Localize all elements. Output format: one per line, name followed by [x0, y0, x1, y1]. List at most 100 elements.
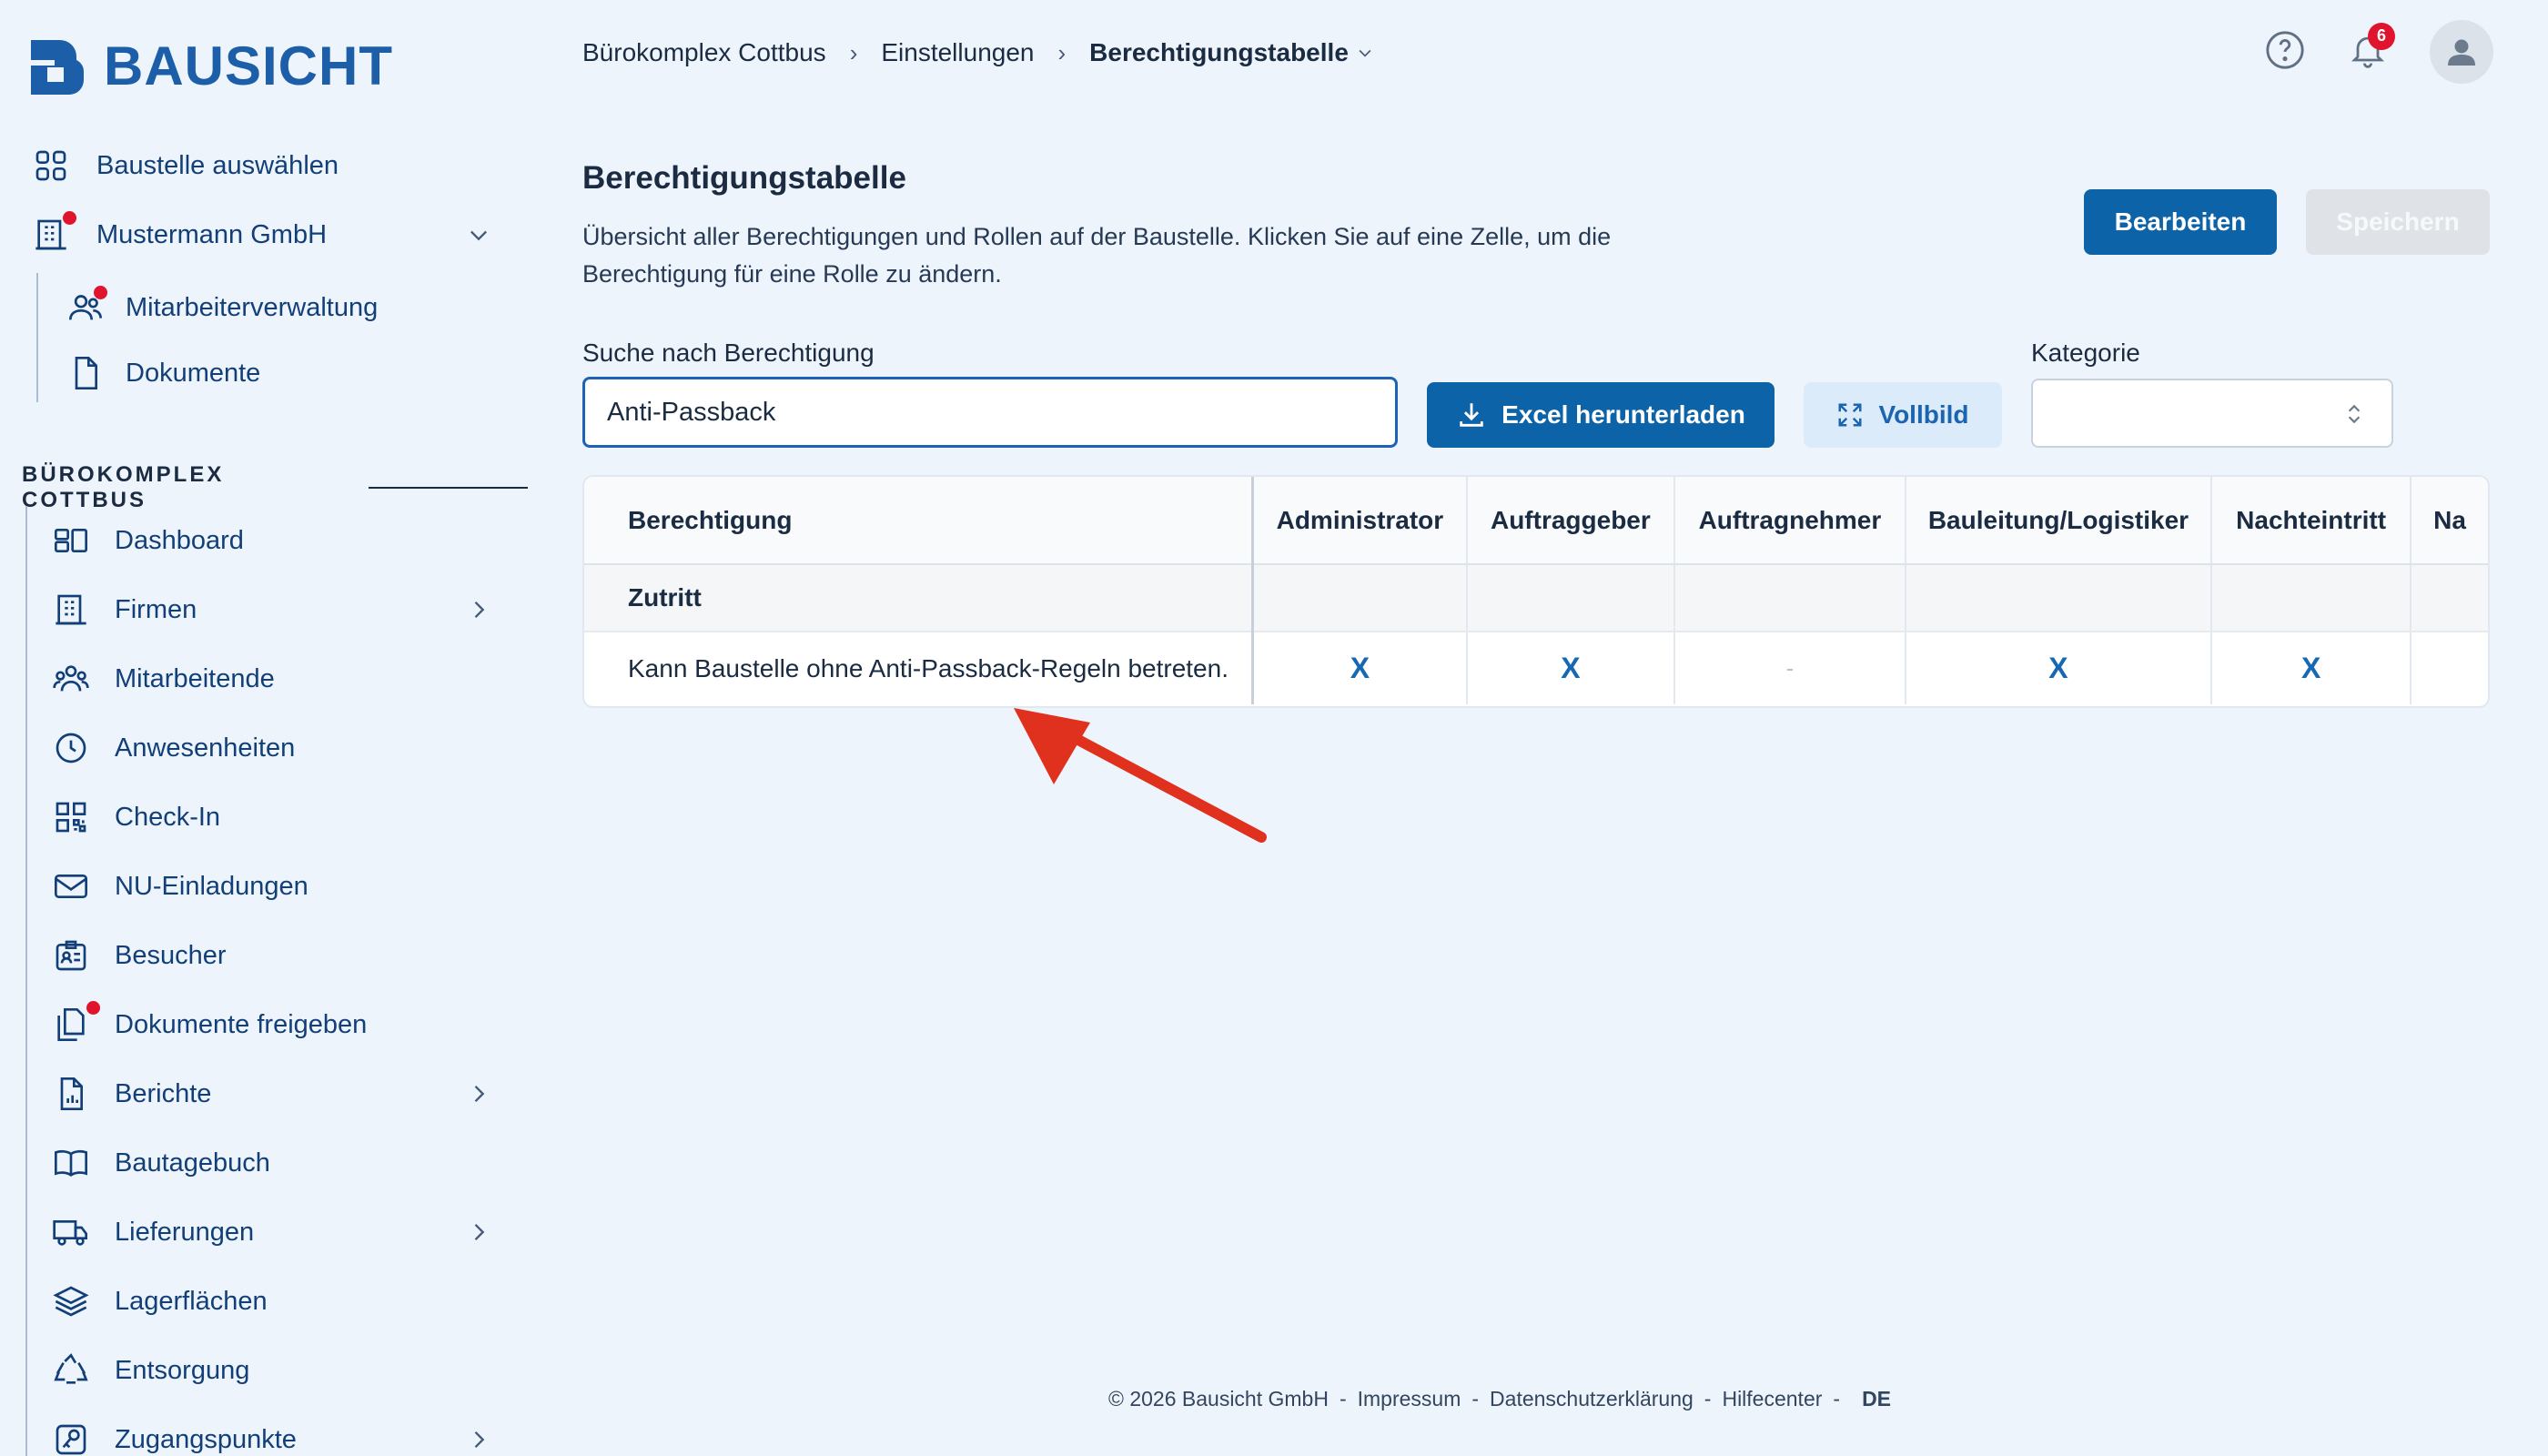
fullscreen-label: Vollbild	[1878, 400, 1969, 429]
sidebar-item-lagerflaechen[interactable]: Lagerflächen	[51, 1281, 268, 1321]
column-header-role: Auftraggeber	[1466, 477, 1676, 565]
category-cell	[2411, 564, 2488, 632]
search-input[interactable]	[582, 377, 1398, 448]
column-header-role: Administrator	[1252, 477, 1468, 565]
select-site-label: Baustelle auswählen	[96, 150, 339, 180]
sidebar-item-firmen[interactable]: Firmen	[51, 590, 491, 630]
footer-link-datenschutz[interactable]: Datenschutzerklärung	[1490, 1387, 1694, 1411]
sidebar-item-label: Dashboard	[115, 525, 244, 555]
sidebar-item-label: Lagerflächen	[115, 1286, 268, 1316]
footer: © 2026 Bausicht GmbH - Impressum - Daten…	[1108, 1387, 1891, 1411]
footer-copyright: © 2026 Bausicht GmbH	[1108, 1387, 1329, 1410]
permission-cell[interactable]: -	[1674, 632, 1906, 704]
clock-icon	[51, 728, 91, 768]
permission-cell[interactable]: X	[1905, 632, 2213, 704]
sidebar-item-label: Lieferungen	[115, 1217, 255, 1247]
breadcrumb-settings[interactable]: Einstellungen	[881, 38, 1034, 67]
table-header-row: Berechtigung Administrator Auftraggeber …	[584, 477, 2488, 565]
edit-button[interactable]: Bearbeiten	[2084, 189, 2277, 255]
footer-link-hilfecenter[interactable]: Hilfecenter	[1722, 1387, 1822, 1411]
select-site-link[interactable]: Baustelle auswählen	[31, 146, 504, 186]
sidebar-item-mitarbeitende[interactable]: Mitarbeitende	[51, 659, 275, 699]
sidebar-item-besucher[interactable]: Besucher	[51, 935, 227, 976]
sidebar-item-zugangspunkte[interactable]: Zugangspunkte	[51, 1420, 491, 1456]
document-icon	[66, 353, 106, 393]
category-row: Zutritt	[584, 564, 2488, 632]
category-label: Kategorie	[2031, 339, 2140, 367]
permission-cell[interactable]	[2411, 632, 2488, 704]
excel-download-button[interactable]: Excel herunterladen	[1427, 382, 1774, 448]
sidebar-item-dashboard[interactable]: Dashboard	[51, 521, 244, 561]
page-title: Berechtigungstabelle	[582, 160, 906, 196]
chevron-right-icon	[474, 1224, 485, 1240]
notification-count-badge: 6	[2368, 22, 2395, 50]
permission-cell[interactable]: X	[1466, 632, 1676, 704]
sidebar-item-anwesenheiten[interactable]: Anwesenheiten	[51, 728, 295, 768]
logo[interactable]: BAUSICHT	[27, 35, 393, 97]
sidebar-item-label: Mitarbeitende	[115, 663, 275, 693]
category-cell	[2211, 564, 2412, 632]
company-dropdown[interactable]: Mustermann GmbH	[31, 211, 491, 255]
users-icon	[66, 286, 107, 328]
grid-icon	[31, 146, 71, 186]
sidebar-item-lieferungen[interactable]: Lieferungen	[51, 1212, 491, 1252]
sidebar-item-dokumente-freigeben[interactable]: Dokumente freigeben	[51, 1001, 367, 1045]
book-icon	[51, 1143, 91, 1183]
brand-name: BAUSICHT	[104, 35, 393, 96]
fullscreen-button[interactable]: Vollbild	[1804, 382, 2002, 448]
category-cell	[1252, 564, 1468, 632]
bausicht-logo-icon	[31, 39, 84, 95]
sidebar-item-label: Dokumente	[126, 358, 261, 388]
category-cell	[1905, 564, 2213, 632]
column-header-role: Na	[2411, 477, 2488, 565]
chevron-down-icon[interactable]	[1356, 44, 1374, 62]
breadcrumb-current[interactable]: Berechtigungstabelle	[1089, 38, 1349, 67]
mail-icon	[51, 866, 91, 906]
sidebar-item-check-in[interactable]: Check-In	[51, 797, 220, 837]
avatar[interactable]	[2430, 20, 2493, 84]
staff-alert-dot	[94, 286, 107, 299]
sidebar-item-dokumente[interactable]: Dokumente	[66, 353, 260, 393]
users-icon	[51, 659, 91, 699]
permission-label: Kann Baustelle ohne Anti-Passback-Regeln…	[584, 632, 1255, 704]
save-button[interactable]: Speichern	[2306, 189, 2490, 255]
sidebar-item-mitarbeiterverwaltung[interactable]: Mitarbeiterverwaltung	[66, 286, 379, 328]
truck-icon	[51, 1212, 91, 1252]
documents-alert-dot	[86, 1001, 100, 1015]
company-name: Mustermann GmbH	[96, 219, 328, 249]
sidebar-item-label: Zugangspunkte	[115, 1424, 297, 1454]
language-switch[interactable]: DE	[1862, 1387, 1891, 1411]
notifications-bell-icon[interactable]: 6	[2348, 22, 2395, 75]
column-header-permission: Berechtigung	[584, 477, 1255, 565]
category-select[interactable]	[2031, 379, 2393, 448]
table-row: Kann Baustelle ohne Anti-Passback-Regeln…	[584, 632, 2488, 704]
excel-download-label: Excel herunterladen	[1502, 400, 1745, 429]
site-section-title: BÜROKOMPLEX COTTBUS	[22, 462, 528, 513]
permission-cell[interactable]: X	[2211, 632, 2412, 704]
permission-cell[interactable]: X	[1252, 632, 1468, 704]
sidebar-item-label: Anwesenheiten	[115, 733, 296, 763]
sidebar-item-label: NU-Einladungen	[115, 871, 308, 901]
documents-icon	[51, 1001, 100, 1045]
sidebar-item-label: Besucher	[115, 940, 227, 970]
sidebar-item-nu-einladungen[interactable]: NU-Einladungen	[51, 866, 308, 906]
company-building-icon	[31, 211, 76, 255]
help-icon[interactable]	[2264, 29, 2306, 76]
sidebar-item-berichte[interactable]: Berichte	[51, 1074, 491, 1114]
chevron-right-icon	[474, 1431, 485, 1448]
section-divider	[368, 487, 528, 489]
sidebar-item-entsorgung[interactable]: Entsorgung	[51, 1350, 249, 1390]
column-header-role: Auftragnehmer	[1674, 477, 1906, 565]
company-tree-line	[36, 273, 38, 402]
sidebar-item-label: Mitarbeiterverwaltung	[126, 292, 379, 322]
sidebar-item-label: Firmen	[115, 594, 197, 624]
footer-link-impressum[interactable]: Impressum	[1358, 1387, 1461, 1411]
company-alert-dot	[63, 211, 76, 225]
annotation-arrow-icon	[1014, 708, 1267, 843]
category-label: Zutritt	[584, 564, 1255, 632]
sidebar-item-label: Entsorgung	[115, 1355, 250, 1385]
sidebar-item-bautagebuch[interactable]: Bautagebuch	[51, 1143, 270, 1183]
breadcrumb-site[interactable]: Bürokomplex Cottbus	[582, 38, 826, 67]
select-updown-icon	[2348, 404, 2361, 424]
recycle-icon	[51, 1350, 91, 1390]
